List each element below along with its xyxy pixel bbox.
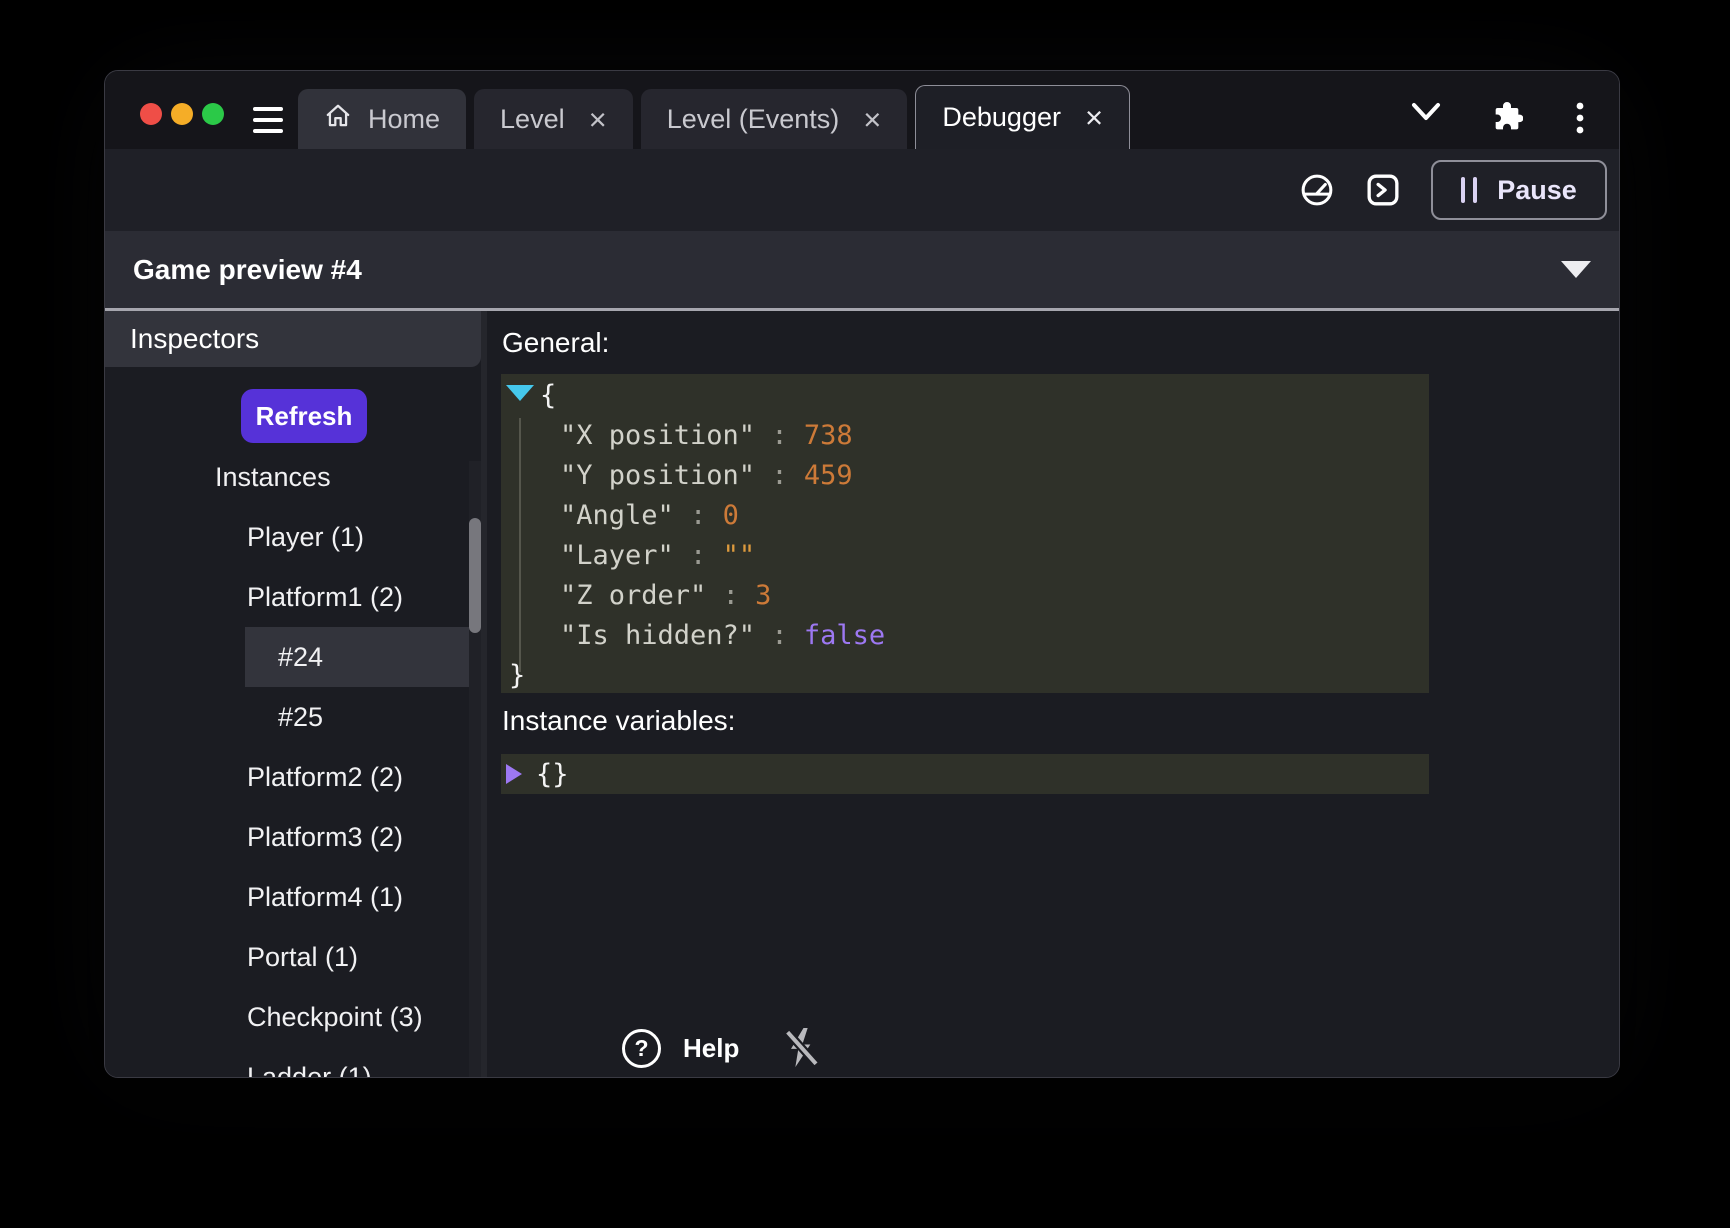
game-preview-title: Game preview #4 bbox=[133, 254, 362, 286]
inspectors-header-label: Inspectors bbox=[130, 323, 259, 355]
json-row-x-position: "X position" : 738 bbox=[501, 416, 1429, 456]
collapse-down-icon[interactable] bbox=[506, 385, 534, 401]
close-window-button[interactable] bbox=[140, 103, 162, 125]
sidebar-tree-item-label: Portal (1) bbox=[247, 942, 358, 973]
help-label[interactable]: Help bbox=[683, 1033, 739, 1064]
sidebar-item-player-1[interactable]: Player (1) bbox=[247, 517, 364, 557]
sidebar-item-platform3-2[interactable]: Platform3 (2) bbox=[247, 817, 403, 857]
home-icon bbox=[324, 102, 352, 137]
general-json-view: {"X position" : 738"Y position" : 459"An… bbox=[501, 374, 1429, 693]
sidebar-tree-item-label: Platform3 (2) bbox=[247, 822, 403, 853]
tab-label: Debugger bbox=[942, 102, 1061, 133]
inspector-panel: General: {"X position" : 738"Y position"… bbox=[487, 311, 1619, 1078]
tab-level-events[interactable]: Level (Events) × bbox=[641, 89, 908, 149]
json-row-z-order: "Z order" : 3 bbox=[501, 576, 1429, 616]
sidebar-tree-item-label: #24 bbox=[278, 642, 323, 673]
sidebar-item-platform4-1[interactable]: Platform4 (1) bbox=[247, 877, 403, 917]
pause-icon bbox=[1461, 177, 1477, 203]
maximize-window-button[interactable] bbox=[202, 103, 224, 125]
json-indent-guide bbox=[519, 418, 521, 672]
help-row: ? Help bbox=[622, 1025, 821, 1071]
debugger-content: Inspectors Refresh Instances Player (1) … bbox=[105, 311, 1619, 1078]
json-close-brace-line: } bbox=[501, 656, 1429, 696]
sidebar-scrollbar-thumb[interactable] bbox=[469, 518, 481, 633]
tab-label: Level (Events) bbox=[667, 104, 840, 135]
sidebar-item-25[interactable]: #25 bbox=[278, 697, 323, 737]
inspectors-sidebar: Inspectors Refresh Instances Player (1) … bbox=[105, 311, 487, 1078]
sidebar-item-portal-1[interactable]: Portal (1) bbox=[247, 937, 358, 977]
title-bar: Home Level × Level (Events) × Debugger × bbox=[105, 71, 1619, 149]
hamburger-menu-icon[interactable] bbox=[253, 107, 283, 134]
extensions-puzzle-icon[interactable] bbox=[1491, 100, 1523, 137]
sidebar-tree-item-label: #25 bbox=[278, 702, 323, 733]
sidebar-item-24[interactable]: #24 bbox=[278, 637, 323, 677]
sidebar-tree-item-label: Instances bbox=[215, 462, 331, 493]
game-preview-selector[interactable]: Game preview #4 bbox=[105, 231, 1619, 311]
instance-variables-json-view: {} bbox=[501, 754, 1429, 794]
json-row-angle: "Angle" : 0 bbox=[501, 496, 1429, 536]
sidebar-item-platform1-2[interactable]: Platform1 (2) bbox=[247, 577, 403, 617]
refresh-button[interactable]: Refresh bbox=[241, 389, 367, 443]
instance-variables-label: Instance variables: bbox=[502, 705, 735, 737]
console-icon[interactable] bbox=[1365, 172, 1401, 208]
sidebar-item-instances[interactable]: Instances bbox=[215, 457, 331, 497]
profiler-gauge-icon[interactable] bbox=[1299, 172, 1335, 208]
help-icon[interactable]: ? bbox=[622, 1029, 661, 1068]
tab-debugger[interactable]: Debugger × bbox=[915, 85, 1130, 149]
json-row-is-hidden: "Is hidden?" : false bbox=[501, 616, 1429, 656]
sidebar-tree-item-label: Platform4 (1) bbox=[247, 882, 403, 913]
tab-close-icon[interactable]: × bbox=[863, 104, 881, 135]
sidebar-tree-item-label: Checkpoint (3) bbox=[247, 1002, 423, 1033]
chevron-down-icon[interactable] bbox=[1411, 102, 1441, 127]
dropdown-caret-icon bbox=[1561, 261, 1591, 278]
sidebar-item-checkpoint-3[interactable]: Checkpoint (3) bbox=[247, 997, 423, 1037]
json-row-y-position: "Y position" : 459 bbox=[501, 456, 1429, 496]
sidebar-item-platform2-2[interactable]: Platform2 (2) bbox=[247, 757, 403, 797]
tab-home[interactable]: Home bbox=[298, 89, 466, 149]
inspectors-header: Inspectors bbox=[105, 311, 481, 367]
sidebar-tree-item-label: Player (1) bbox=[247, 522, 364, 553]
sidebar-tree-item-label: Ladder (1) bbox=[247, 1062, 372, 1079]
variables-empty-object: {} bbox=[536, 759, 569, 790]
tab-close-icon[interactable]: × bbox=[1085, 102, 1103, 133]
debugger-toolbar: Pause bbox=[105, 149, 1619, 231]
expand-right-icon[interactable] bbox=[506, 764, 522, 784]
tab-label: Home bbox=[368, 104, 440, 135]
tab-level[interactable]: Level × bbox=[474, 89, 633, 149]
sidebar-tree-item-label: Platform1 (2) bbox=[247, 582, 403, 613]
more-options-kebab-icon[interactable] bbox=[1575, 101, 1585, 140]
tab-strip: Home Level × Level (Events) × Debugger × bbox=[298, 71, 1130, 149]
json-open-brace-line: { bbox=[501, 376, 1429, 416]
minimize-window-button[interactable] bbox=[171, 103, 193, 125]
pause-button-label: Pause bbox=[1497, 175, 1577, 206]
pause-button[interactable]: Pause bbox=[1431, 160, 1607, 220]
flash-off-icon[interactable] bbox=[781, 1025, 821, 1071]
sidebar-item-ladder-1[interactable]: Ladder (1) bbox=[247, 1057, 372, 1078]
app-window: Home Level × Level (Events) × Debugger × bbox=[104, 70, 1620, 1078]
json-row-layer: "Layer" : "" bbox=[501, 536, 1429, 576]
sidebar-tree-item-label: Platform2 (2) bbox=[247, 762, 403, 793]
tab-close-icon[interactable]: × bbox=[589, 104, 607, 135]
tab-label: Level bbox=[500, 104, 565, 135]
general-section-label: General: bbox=[502, 327, 609, 359]
